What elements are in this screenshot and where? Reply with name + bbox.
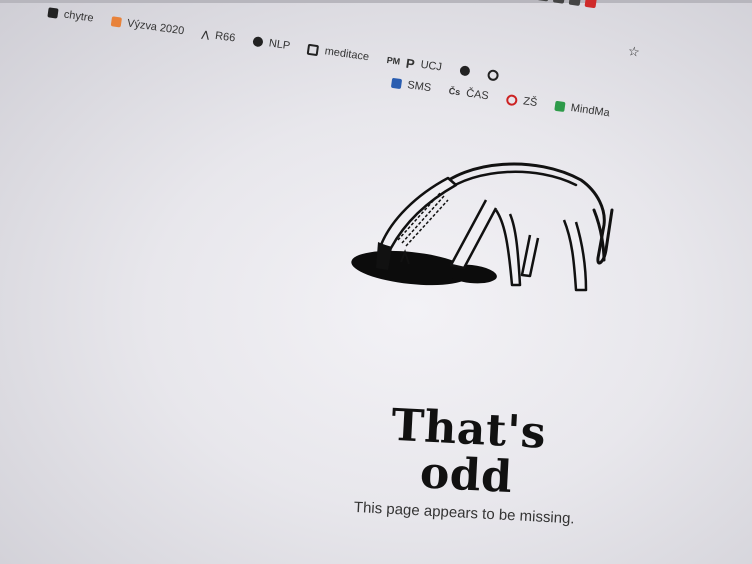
circle-icon — [486, 68, 500, 81]
creature-middle-leg — [520, 234, 540, 278]
pocket-icon[interactable] — [536, 0, 550, 2]
error-headline: That's odd — [390, 399, 548, 504]
creature-back-leg — [562, 219, 588, 292]
bookmark-label: R66 — [214, 29, 237, 45]
bookmark-label: chytre — [63, 8, 95, 25]
bookmark-label: Výzva 2020 — [126, 17, 185, 38]
creature-neck — [379, 176, 458, 250]
extension-icon[interactable] — [568, 0, 582, 7]
bookmark-label: meditace — [323, 45, 370, 64]
bookmark-label: NLP — [268, 37, 291, 53]
bookmark-label: ZŠ — [522, 95, 539, 110]
missing-page-illustration — [351, 162, 614, 292]
bookmark-ucj[interactable]: PM P UCJ — [386, 52, 443, 75]
bookmark-nlp[interactable]: NLP — [252, 35, 291, 52]
hexagon-icon — [505, 93, 519, 106]
bookmark-zs[interactable]: ZŠ — [505, 93, 539, 110]
hexagon-icon — [252, 36, 264, 48]
cas-logo-icon: Čs — [448, 85, 461, 98]
bookmark-sms[interactable]: SMS — [390, 77, 432, 95]
bookmark-label: MindMa — [570, 102, 611, 120]
orange-page-icon — [110, 16, 122, 28]
bookmark-mindma[interactable]: MindMa — [554, 100, 611, 120]
elephant-icon — [458, 65, 471, 77]
p-letter-icon: P — [405, 55, 416, 72]
bookmark-star-icon[interactable]: ☆ — [627, 43, 641, 60]
creature-back — [442, 170, 578, 194]
error-message-block: That's odd This page appears to be missi… — [334, 400, 600, 529]
extension-icon[interactable] — [584, 0, 597, 9]
bookmark-vyzva-2020[interactable]: Výzva 2020 — [110, 15, 185, 38]
bookmark-label: UCJ — [419, 58, 443, 74]
bookmark-r66[interactable]: ⋀ R66 — [201, 28, 237, 45]
bookmark-meditace[interactable]: meditace — [307, 43, 370, 63]
bookmark-label: ČAS — [465, 87, 490, 103]
extension-icon[interactable] — [552, 0, 566, 4]
frame-icon — [307, 43, 320, 56]
bookmark-label: SMS — [406, 79, 432, 95]
creature-inner-leg — [494, 209, 522, 287]
extensions-area — [494, 0, 752, 53]
bookmark-cas[interactable]: Čs ČAS — [448, 85, 489, 102]
pm-icon: PM — [386, 54, 401, 67]
chat-icon — [390, 77, 403, 90]
bookmark-circle[interactable] — [486, 68, 500, 81]
extension-icons-row2 — [536, 0, 597, 9]
browser-viewport: chytre Výzva 2020 ⋀ R66 NLP meditace PM … — [0, 0, 752, 564]
creature-front-leg — [449, 199, 498, 270]
bookmark-icon — [47, 7, 59, 19]
bookmark-chytre[interactable]: chytre — [47, 6, 95, 25]
mindmap-icon — [554, 100, 566, 113]
bookmark-evernote[interactable] — [458, 65, 471, 77]
aiyu-logo-icon: ⋀ — [201, 28, 211, 40]
